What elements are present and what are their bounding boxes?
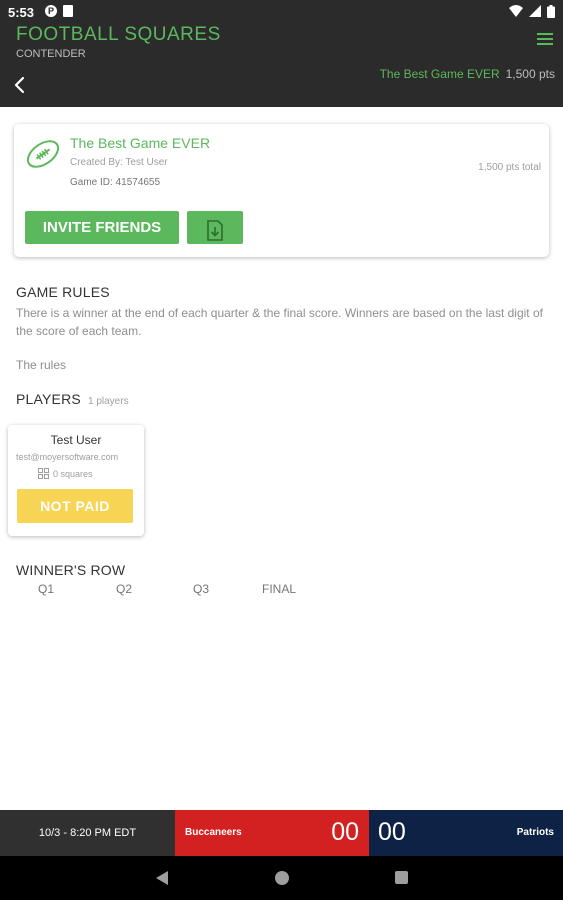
hamburger-menu-icon[interactable] [537,33,553,47]
header-game-info: The Best Game EVER 1,500 pts [380,67,555,81]
player-squares-count: 0 squares [53,468,93,479]
rules-extra: The rules [16,358,67,372]
away-team-name: Patriots [516,827,554,838]
status-time: 5:53 [8,5,35,20]
nav-recents-icon[interactable] [395,871,408,884]
football-icon [24,136,62,172]
nav-back-icon[interactable] [155,870,169,886]
players-title: PLAYERS [16,391,81,407]
download-file-icon [207,220,223,241]
player-card[interactable]: Test User test@moyersoftware.com 0 squar… [8,425,144,536]
game-id: Game ID: 41574655 [70,177,161,188]
header-game-points: 1,500 pts [505,67,555,81]
app-subtitle: CONTENDER [16,48,86,60]
game-card: The Best Game EVER Created By: Test User… [14,124,549,257]
player-name: Test User [50,433,102,447]
quarter-label-q2: Q2 [116,582,133,596]
invite-friends-button[interactable]: INVITE FRIENDS [25,211,179,244]
players-count: 1 players [88,396,129,407]
home-team-panel: Buccaneers 00 [175,810,369,856]
battery-icon [547,4,555,18]
player-squares: 0 squares [38,468,93,479]
away-team-score: 00 [378,818,406,846]
away-team-panel: 00 Patriots [369,810,563,856]
system-nav-bar [0,856,563,900]
score-bar: 10/3 - 8:20 PM EDT Buccaneers 00 00 Patr… [0,810,563,856]
player-email: test@moyersoftware.com [16,452,119,462]
rules-text: There is a winner at the end of each qua… [16,306,543,338]
sd-card-icon [63,5,73,17]
parking-notification-icon: P [45,5,57,17]
app-title: FOOTBALL SQUARES [16,24,221,45]
game-creator: Created By: Test User [70,157,168,168]
nav-home-icon[interactable] [275,871,289,885]
back-arrow-icon[interactable] [12,76,28,94]
grid-icon [38,468,49,479]
download-button[interactable] [187,211,243,244]
game-points-total: 1,500 pts total [478,162,541,173]
rules-title: GAME RULES [16,284,110,300]
wifi-icon [509,5,523,17]
not-paid-button[interactable]: NOT PAID [17,489,133,523]
status-icons [509,4,555,18]
quarter-label-q1: Q1 [38,582,55,596]
quarter-label-final: FINAL [262,582,297,596]
signal-icon [529,5,541,17]
app-header: 5:53 P FOOTBALL SQUARES CONTENDER The Be… [0,0,563,107]
home-team-score: 00 [331,818,359,846]
game-datetime: 10/3 - 8:20 PM EDT [0,810,175,856]
game-name: The Best Game EVER [70,135,211,151]
home-team-name: Buccaneers [185,827,242,838]
winners-row-title: WINNER'S ROW [16,562,126,578]
quarter-label-q3: Q3 [193,582,210,596]
header-game-name: The Best Game EVER [379,67,500,81]
